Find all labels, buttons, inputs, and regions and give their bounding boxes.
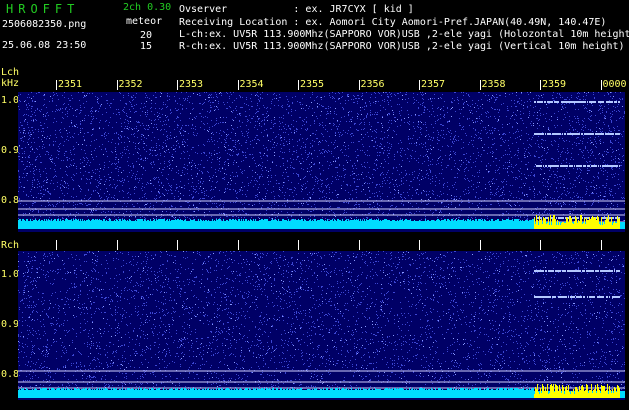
baseline-band [18, 222, 625, 229]
baseline-band [18, 391, 625, 398]
spectrogram-plot [18, 92, 625, 400]
meteor-echo-trace [536, 165, 620, 167]
meteor-echo-trace [534, 296, 620, 298]
meteor-echo-trace [534, 270, 620, 272]
